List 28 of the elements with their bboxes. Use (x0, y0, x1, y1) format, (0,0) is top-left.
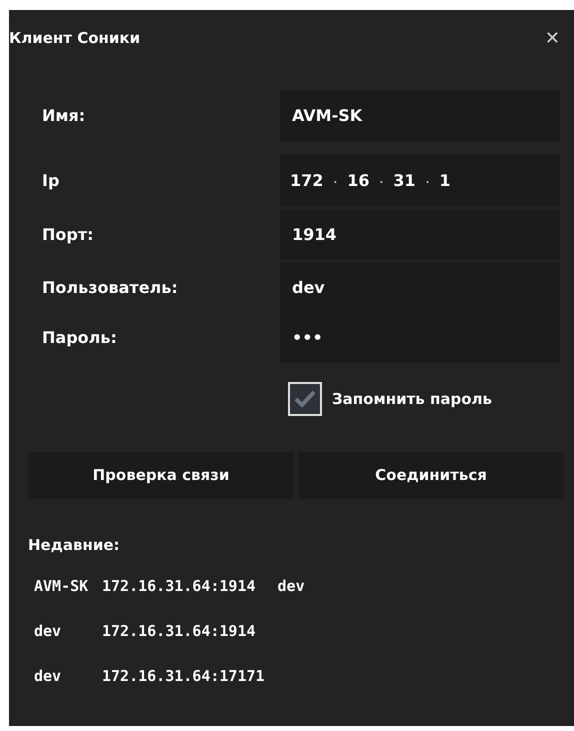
ip-octet[interactable]: 16 (347, 168, 370, 192)
check-icon (294, 390, 316, 408)
recent-item[interactable]: AVM-SK 172.16.31.64:1914 dev (34, 574, 574, 598)
checkbox-label: Запомнить пароль (332, 388, 492, 410)
field-label: Пароль: (42, 327, 117, 349)
input-field[interactable]: dev (280, 263, 560, 313)
ip-octet[interactable]: 31 (393, 168, 416, 192)
ip-field[interactable]: 172 . 16 . 31 . 1 (280, 155, 560, 206)
recent-item[interactable]: dev 172.16.31.64:1914 (34, 618, 574, 644)
ip-octet[interactable]: 1 (439, 168, 451, 192)
field-label: Имя: (42, 105, 86, 127)
input-field[interactable]: ••• (280, 313, 560, 363)
close-button[interactable]: ✕ (544, 24, 560, 52)
input-field[interactable]: AVM-SK (280, 91, 560, 141)
recent-heading: Недавние: (28, 535, 121, 556)
checkbox[interactable] (288, 382, 322, 416)
separator-dot: . (426, 174, 430, 188)
action-button[interactable]: Проверка связи (28, 452, 294, 499)
field-label: Ip (42, 170, 60, 192)
separator-dot: . (333, 174, 338, 188)
action-button[interactable]: Соединиться (298, 452, 564, 499)
field-label: Пользователь: (42, 277, 178, 299)
field-label: Порт: (42, 224, 94, 246)
separator-dot: . (379, 174, 384, 188)
input-field[interactable]: 1914 (280, 210, 560, 260)
ip-octet[interactable]: 172 (290, 168, 324, 192)
recent-item[interactable]: dev 172.16.31.64:17171 (34, 664, 574, 688)
window-title: Клиент Соники (9, 28, 140, 49)
